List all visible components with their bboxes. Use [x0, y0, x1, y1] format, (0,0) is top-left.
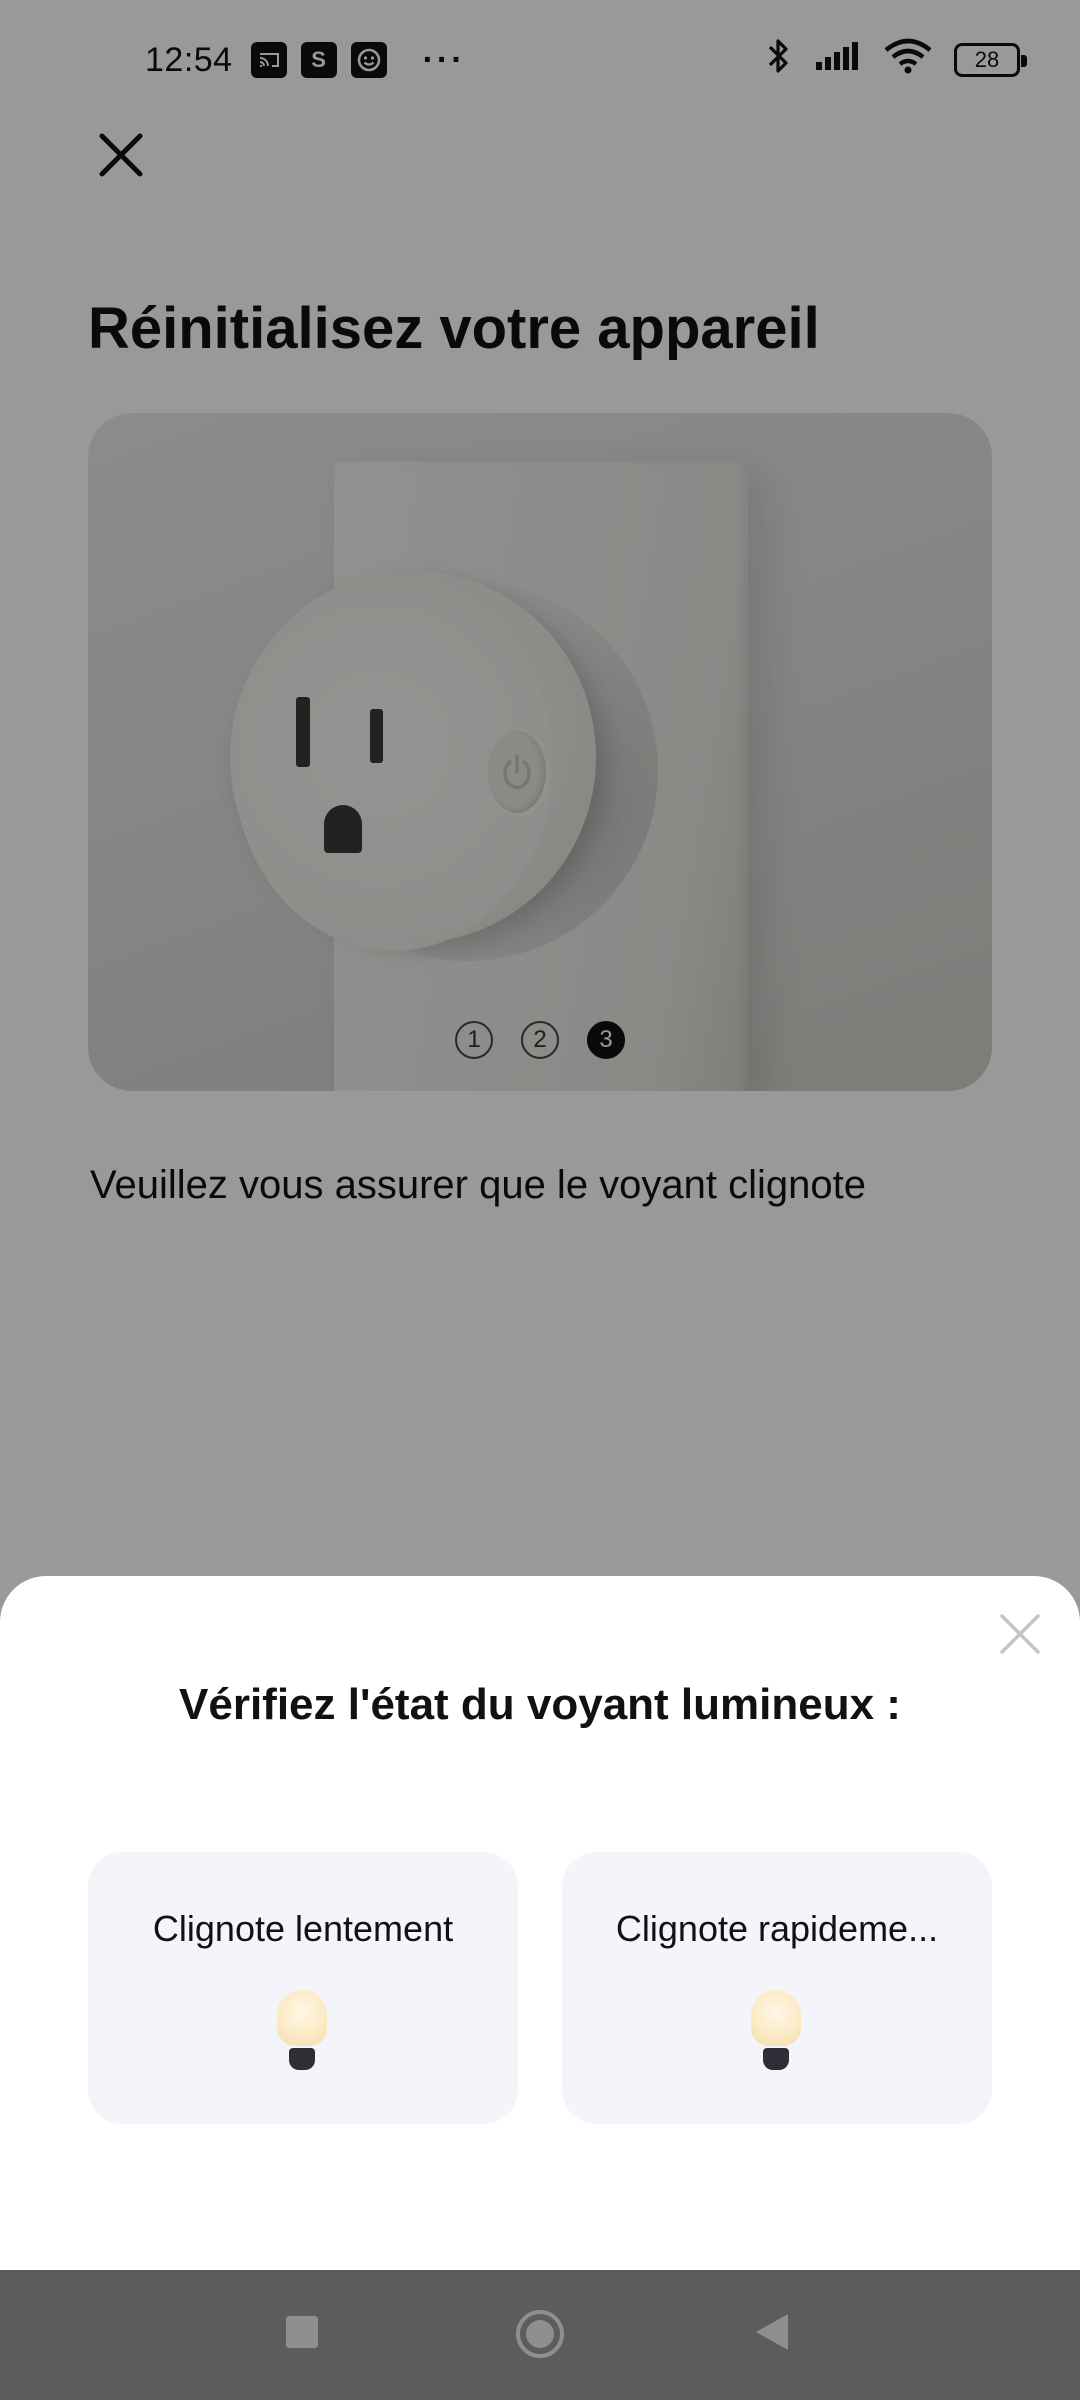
close-icon [1000, 1614, 1040, 1654]
option-slow-blink[interactable]: Clignote lentement [88, 1852, 518, 2124]
home-icon[interactable] [516, 2310, 564, 2358]
option-fast-blink[interactable]: Clignote rapideme... [562, 1852, 992, 2124]
sheet-title: Vérifiez l'état du voyant lumineux : [179, 1680, 901, 1729]
option-label: Clignote lentement [152, 1908, 454, 1949]
option-label: Clignote rapideme... [615, 1908, 939, 1949]
back-icon[interactable] [756, 2314, 788, 2350]
recents-icon[interactable] [286, 2316, 318, 2348]
sheet-close-button[interactable] [994, 1608, 1046, 1660]
lightbulb-icon [274, 1990, 330, 2076]
lightbulb-icon [748, 1990, 804, 2076]
